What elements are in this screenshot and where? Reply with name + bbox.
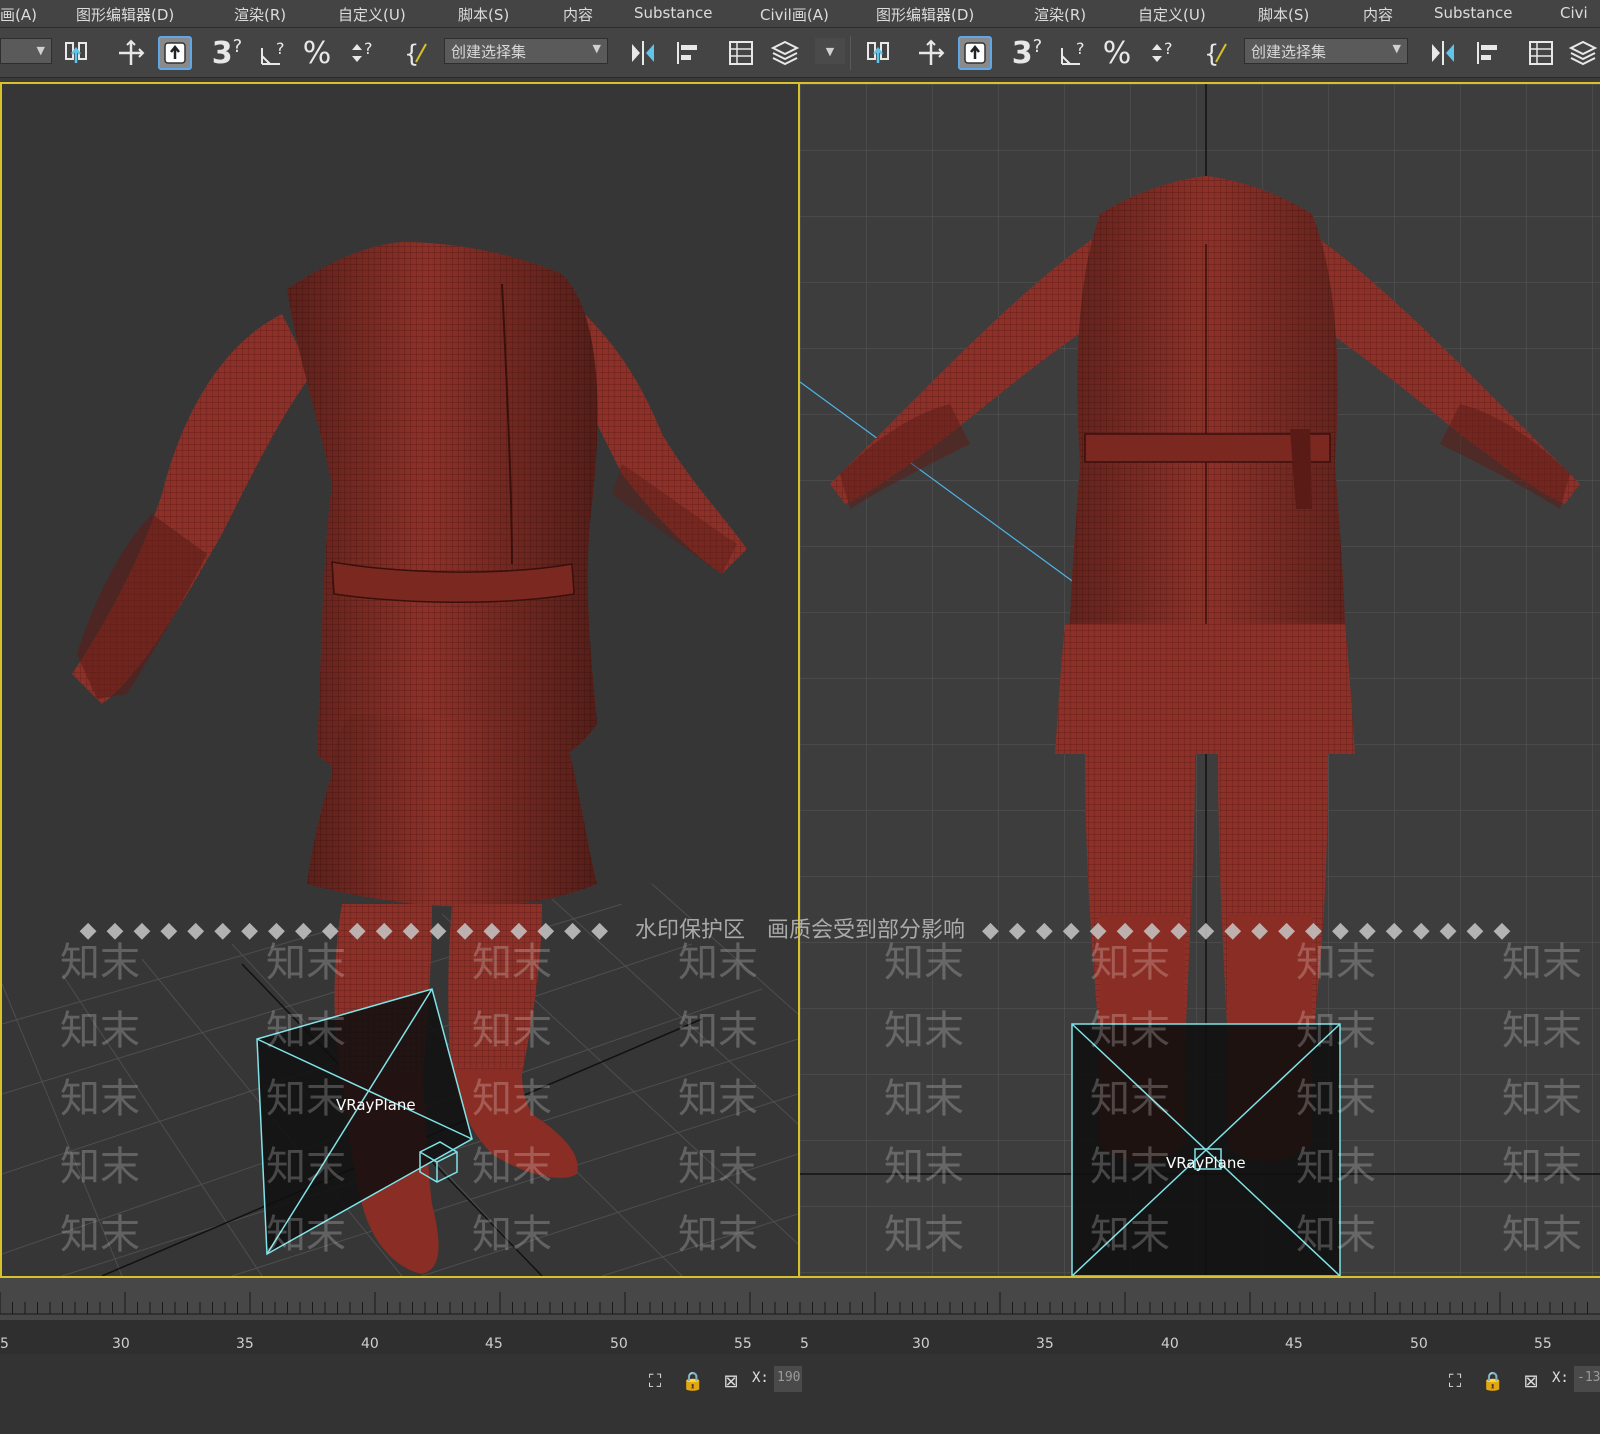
percent-glyph: % (302, 35, 332, 71)
angle-snap-icon[interactable]: ? (256, 36, 290, 70)
timeline-tick-label: 45 (485, 1336, 503, 1352)
x-coordinate-label: X: (1552, 1370, 1569, 1386)
menu-item-substance[interactable]: Substance (634, 4, 712, 22)
status-bar: ⛶ 🔒 ⊠ X: 190 ⛶ 🔒 ⊠ X: -13 (0, 1354, 1600, 1434)
selection-set-text: 创建选择集 (1251, 43, 1327, 61)
snaps-toggle-icon[interactable]: 3? (210, 35, 244, 71)
menu-item-customize-2[interactable]: 自定义(U) (1138, 4, 1206, 25)
vrayplane-label: VRayPlane (1166, 1154, 1246, 1172)
timeline-tick-label: 40 (361, 1336, 379, 1352)
absolute-mode-icon[interactable]: ⊠ (718, 1368, 744, 1394)
front-scene (800, 84, 1600, 1276)
layer-explorer-icon[interactable] (1566, 36, 1600, 70)
menu-item-civil-view[interactable]: Civil画(A) (760, 4, 829, 25)
app-root: 画(A) 图形编辑器(D) 渲染(R) 自定义(U) 脚本(S) 内容 Subs… (0, 0, 1600, 1434)
x-coordinate-label: X: (752, 1370, 769, 1386)
svg-text:?: ? (276, 39, 285, 58)
vrayplane-label: VRayPlane (336, 1096, 416, 1114)
timeline-tick-label: 50 (1410, 1336, 1428, 1352)
viewport-front[interactable]: VRayPlane (800, 82, 1600, 1278)
named-selection-set-dropdown[interactable]: 创建选择集 ▼ (444, 38, 608, 64)
svg-text:{: { (1204, 40, 1219, 68)
x-coordinate-field[interactable]: -13 (1574, 1366, 1600, 1392)
vrayplane-gizmo[interactable] (1071, 1023, 1341, 1276)
menu-item-rendering[interactable]: 渲染(R) (234, 4, 286, 25)
percent-glyph: % (1102, 35, 1132, 71)
snaps-toggle-icon[interactable]: 3? (1010, 35, 1044, 71)
menu-item-content[interactable]: 内容 (563, 4, 593, 25)
menu-item-rendering-2[interactable]: 渲染(R) (1034, 4, 1086, 25)
percent-snap-icon[interactable]: % (1100, 35, 1134, 71)
main-toolbar: ▼ 3? ? % ? { 创建选择集 ▼ ▼ 3 ? ? % ? {创建选择集… (0, 28, 1600, 78)
timeline-tick-label: 40 (1161, 1336, 1179, 1352)
viewport-perspective[interactable]: VRayPlane (0, 82, 800, 1278)
chevron-down-icon: ▼ (592, 42, 601, 55)
spinner-snap-icon[interactable]: ? (344, 36, 378, 70)
select-object-button[interactable] (958, 36, 992, 70)
snap-label: 3 (211, 35, 233, 71)
angle-snap-icon[interactable]: ? (1056, 36, 1090, 70)
scene-explorer-icon[interactable] (724, 36, 758, 70)
layer-explorer-icon[interactable] (768, 36, 802, 70)
timeline-tick-label: 35 (1036, 1336, 1054, 1352)
move-icon[interactable] (114, 36, 148, 70)
timeline-tick-label: 35 (236, 1336, 254, 1352)
timeline-tick-label: 5 (800, 1336, 809, 1352)
timeline-tick-label: 50 (610, 1336, 628, 1352)
select-and-link-icon[interactable] (862, 36, 896, 70)
selection-set-text: 创建选择集 (451, 43, 527, 61)
lock-icon[interactable]: 🔒 (680, 1368, 706, 1394)
move-icon[interactable] (914, 36, 948, 70)
mirror-icon[interactable] (1426, 36, 1460, 70)
menu-item-graph-editors-2[interactable]: 图形编辑器(D) (876, 4, 974, 25)
percent-snap-icon[interactable]: % (300, 35, 334, 71)
select-and-link-icon[interactable] (60, 36, 94, 70)
menu-item-substance-2[interactable]: Substance (1434, 4, 1512, 22)
menu-item-civil-2[interactable]: Civi (1560, 4, 1588, 22)
select-object-button[interactable] (158, 36, 192, 70)
edit-named-selection-icon[interactable]: { (1200, 36, 1234, 70)
snap-superscript: ? (1032, 35, 1043, 57)
timeline-tick-label: 55 (1534, 1336, 1552, 1352)
vrayplane-gizmo[interactable] (256, 988, 473, 1256)
toolbar-separator (850, 36, 851, 70)
isolate-selection-icon[interactable]: ⛶ (642, 1368, 668, 1394)
svg-text:?: ? (1164, 39, 1173, 58)
snap-label: 3 (1011, 35, 1033, 71)
snap-superscript: ? (232, 35, 243, 57)
svg-text:{: { (404, 40, 419, 68)
menu-item-scripting-2[interactable]: 脚本(S) (1258, 4, 1309, 25)
timeline-tick-label: 55 (734, 1336, 752, 1352)
named-selection-set-dropdown[interactable]: 创建选择集 ▼ (1244, 38, 1408, 64)
svg-text:?: ? (364, 39, 373, 58)
timeline-tick-label: 30 (112, 1336, 130, 1352)
timeline[interactable]: 5 30 35 40 45 50 55 5 30 35 40 45 50 55 (0, 1278, 1600, 1354)
timeline-tick-label: 30 (912, 1336, 930, 1352)
mirror-icon[interactable] (626, 36, 660, 70)
svg-text:?: ? (1076, 39, 1085, 58)
chevron-down-icon: ▼ (36, 44, 45, 57)
x-coordinate-field[interactable]: 190 (774, 1366, 802, 1392)
menu-item-scripting[interactable]: 脚本(S) (458, 4, 509, 25)
timeline-tick-label: 5 (0, 1336, 9, 1352)
spinner-snap-icon[interactable]: ? (1144, 36, 1178, 70)
align-icon[interactable] (672, 36, 706, 70)
chevron-down-icon: ▼ (825, 44, 835, 58)
align-icon[interactable] (1472, 36, 1506, 70)
menu-item-content-2[interactable]: 内容 (1363, 4, 1393, 25)
timeline-tick-label: 45 (1285, 1336, 1303, 1352)
lock-icon[interactable]: 🔒 (1480, 1368, 1506, 1394)
scene-explorer-icon[interactable] (1524, 36, 1558, 70)
selection-filter-dropdown[interactable]: ▼ (0, 38, 52, 64)
menu-item-graph-editors[interactable]: 图形编辑器(D) (76, 4, 174, 25)
absolute-mode-icon[interactable]: ⊠ (1518, 1368, 1544, 1394)
isolate-selection-icon[interactable]: ⛶ (1442, 1368, 1468, 1394)
chevron-down-icon: ▼ (1392, 42, 1401, 55)
layer-dropdown-arrow[interactable]: ▼ (815, 38, 845, 64)
menu-bar: 画(A) 图形编辑器(D) 渲染(R) 自定义(U) 脚本(S) 内容 Subs… (0, 0, 1600, 28)
menu-item-animation[interactable]: 画(A) (0, 4, 37, 25)
menu-item-customize[interactable]: 自定义(U) (338, 4, 406, 25)
edit-named-selection-icon[interactable]: { (400, 36, 434, 70)
